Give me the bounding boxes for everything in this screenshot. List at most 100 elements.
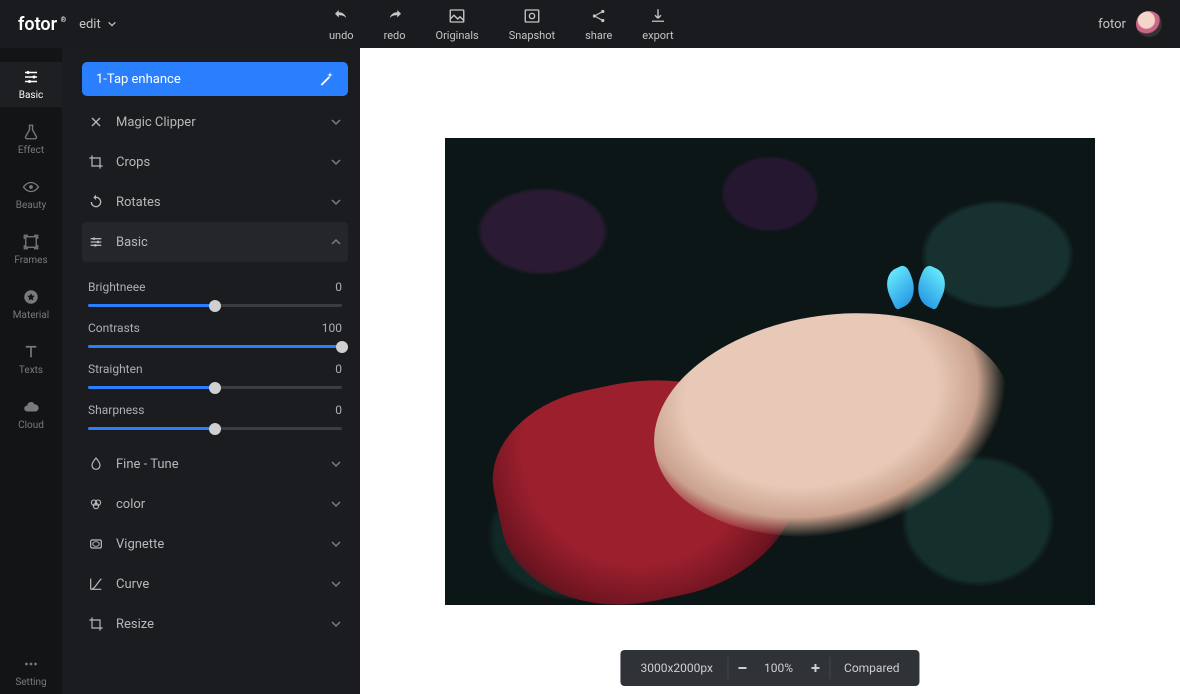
- image-icon: [448, 7, 466, 25]
- slider-label: Brightneee: [88, 280, 145, 294]
- sliders-icon: [88, 234, 104, 250]
- snapshot-label: Snapshot: [509, 29, 555, 42]
- originals-label: Originals: [436, 29, 479, 42]
- nav-label: Basic: [19, 90, 44, 101]
- star-circle-icon: [22, 288, 40, 306]
- slider-straighten[interactable]: Straighten 0: [88, 362, 342, 389]
- eye-icon: [22, 178, 40, 196]
- zoom-in-button[interactable]: [801, 654, 829, 682]
- accordion-vignette[interactable]: Vignette: [82, 524, 348, 564]
- slider-value: 0: [335, 403, 342, 417]
- slider-thumb[interactable]: [209, 382, 221, 394]
- canvas-image[interactable]: [445, 138, 1095, 605]
- slider-contrasts[interactable]: Contrasts 100: [88, 321, 342, 348]
- slider-value: 100: [322, 321, 342, 335]
- redo-label: redo: [384, 29, 406, 42]
- chevron-down-icon: [330, 458, 342, 470]
- accordion-resize[interactable]: Resize: [82, 604, 348, 644]
- accordion-label: Basic: [116, 235, 148, 250]
- minus-icon: [736, 662, 748, 674]
- nav-item-frames[interactable]: Frames: [14, 227, 47, 272]
- accordion-crops[interactable]: Crops: [82, 142, 348, 182]
- nav-item-setting[interactable]: Setting: [15, 649, 46, 694]
- accordion-curve[interactable]: Curve: [82, 564, 348, 604]
- basic-sliders: Brightneee 0 Contrasts 100 Straighten: [82, 262, 348, 444]
- crop-icon: [88, 154, 104, 170]
- nav-label: Beauty: [16, 200, 47, 211]
- zoom-readout: 100%: [756, 650, 801, 686]
- redo-icon: [386, 7, 404, 25]
- mode-selector[interactable]: edit: [79, 17, 117, 32]
- nav-label: Frames: [14, 255, 47, 266]
- nav-label: Material: [13, 310, 49, 321]
- snapshot-button[interactable]: Snapshot: [509, 7, 555, 42]
- slider-thumb[interactable]: [209, 423, 221, 435]
- compared-button[interactable]: Compared: [830, 650, 914, 686]
- accordion-label: Crops: [116, 155, 150, 170]
- slider-brightness[interactable]: Brightneee 0: [88, 280, 342, 307]
- accordion-rotates[interactable]: Rotates: [82, 182, 348, 222]
- username-label: fotor: [1098, 17, 1126, 32]
- zoom-out-button[interactable]: [728, 654, 756, 682]
- undo-icon: [332, 7, 350, 25]
- chevron-down-icon: [330, 196, 342, 208]
- accordion-basic[interactable]: Basic: [82, 222, 348, 262]
- chevron-down-icon: [330, 498, 342, 510]
- nav-item-beauty[interactable]: Beauty: [16, 172, 47, 217]
- accordion-fine-tune[interactable]: Fine - Tune: [82, 444, 348, 484]
- slider-label: Contrasts: [88, 321, 140, 335]
- slider-thumb[interactable]: [336, 341, 348, 353]
- sidebar-nav: Basic Effect Beauty Frames Material Text…: [0, 48, 62, 694]
- nav-item-texts[interactable]: Texts: [19, 337, 43, 382]
- tool-panel: 1-Tap enhance Magic Clipper Crops Rotate…: [62, 48, 360, 694]
- vignette-icon: [88, 536, 104, 552]
- accordion-magic-clipper[interactable]: Magic Clipper: [82, 102, 348, 142]
- resize-icon: [88, 616, 104, 632]
- accordion-color[interactable]: color: [82, 484, 348, 524]
- nav-item-material[interactable]: Material: [13, 282, 49, 327]
- chevron-down-icon: [330, 116, 342, 128]
- share-button[interactable]: share: [585, 7, 612, 42]
- accordion-label: Magic Clipper: [116, 115, 196, 130]
- tap-enhance-label: 1-Tap enhance: [96, 72, 181, 87]
- scissors-icon: [88, 114, 104, 130]
- droplet-icon: [88, 456, 104, 472]
- nav-label: Setting: [15, 677, 46, 688]
- logo: fotor: [18, 14, 57, 35]
- rotate-icon: [88, 194, 104, 210]
- plus-icon: [809, 662, 821, 674]
- chevron-down-icon: [107, 19, 117, 29]
- app-header: fotor edit undo redo Originals Snapshot: [0, 0, 1180, 48]
- redo-button[interactable]: redo: [384, 7, 406, 42]
- slider-thumb[interactable]: [209, 300, 221, 312]
- nav-item-basic[interactable]: Basic: [0, 62, 62, 107]
- nav-item-effect[interactable]: Effect: [18, 117, 44, 162]
- chevron-down-icon: [330, 538, 342, 550]
- chevron-down-icon: [330, 618, 342, 630]
- slider-value: 0: [335, 280, 342, 294]
- accordion-label: Fine - Tune: [116, 457, 179, 472]
- text-icon: [22, 343, 40, 361]
- export-button[interactable]: export: [642, 7, 673, 42]
- slider-value: 0: [335, 362, 342, 376]
- magic-wand-icon: [318, 71, 334, 87]
- status-bar: 3000x2000px 100% Compared: [620, 650, 919, 686]
- export-label: export: [642, 29, 673, 42]
- slider-sharpness[interactable]: Sharpness 0: [88, 403, 342, 430]
- user-area[interactable]: fotor: [1098, 11, 1162, 37]
- nav-item-cloud[interactable]: Cloud: [18, 392, 44, 437]
- chevron-down-icon: [330, 578, 342, 590]
- one-tap-enhance-button[interactable]: 1-Tap enhance: [82, 62, 348, 96]
- header-toolbar: undo redo Originals Snapshot share expor…: [329, 7, 674, 42]
- undo-button[interactable]: undo: [329, 7, 354, 42]
- avatar[interactable]: [1136, 11, 1162, 37]
- dimensions-readout: 3000x2000px: [626, 650, 727, 686]
- dots-icon: [22, 655, 40, 673]
- download-icon: [649, 7, 667, 25]
- share-label: share: [585, 29, 612, 42]
- sliders-icon: [22, 68, 40, 86]
- originals-button[interactable]: Originals: [436, 7, 479, 42]
- undo-label: undo: [329, 29, 354, 42]
- accordion-label: Curve: [116, 577, 149, 592]
- slider-label: Straighten: [88, 362, 143, 376]
